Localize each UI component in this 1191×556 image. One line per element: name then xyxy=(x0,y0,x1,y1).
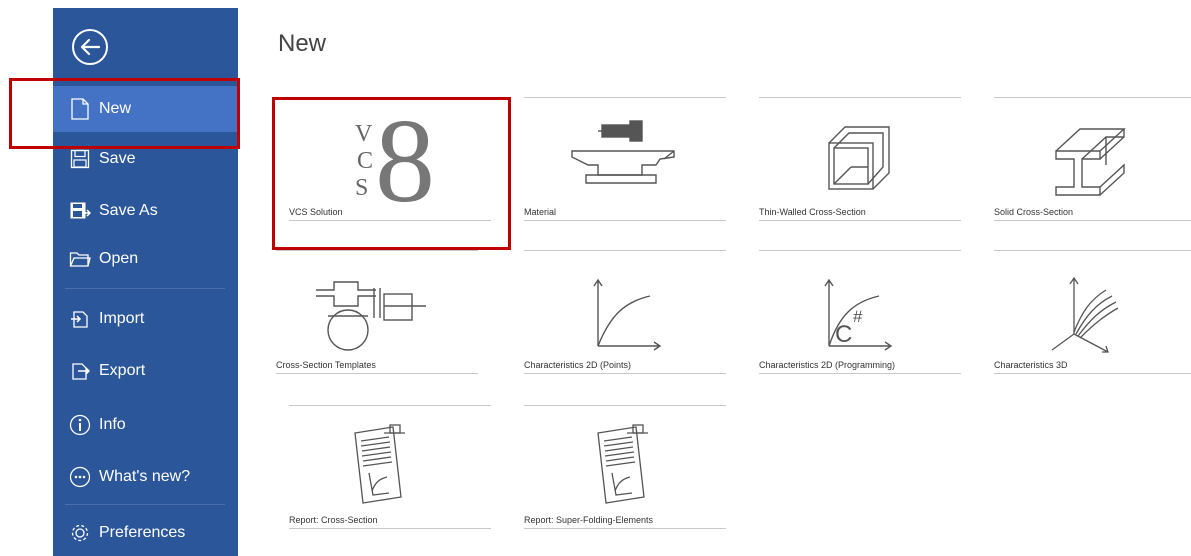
nav-whats-new[interactable]: What's new? xyxy=(53,454,238,500)
nav-save[interactable]: Save xyxy=(53,136,238,182)
svg-text:C: C xyxy=(357,148,373,174)
new-document-icon xyxy=(69,98,91,120)
tile-divider xyxy=(524,373,726,374)
nav-export[interactable]: Export xyxy=(53,348,238,394)
tile-label: Characteristics 3D xyxy=(994,360,1068,370)
svg-text:#: # xyxy=(853,307,863,326)
tile-divider xyxy=(289,405,491,406)
template-characteristics-2d-points[interactable]: Characteristics 2D (Points) xyxy=(524,250,726,374)
tile-divider xyxy=(759,97,961,98)
nav-new[interactable]: New xyxy=(53,86,238,132)
svg-text:V: V xyxy=(355,121,373,147)
tile-divider xyxy=(276,373,478,374)
nav-separator xyxy=(65,288,225,289)
tile-label: VCS Solution xyxy=(289,207,343,217)
template-vcs-solution[interactable]: V C S 8 VCS Solution xyxy=(289,97,491,221)
nav-label: Open xyxy=(99,250,139,267)
tile-divider xyxy=(759,220,961,221)
nav-separator xyxy=(65,504,225,505)
tile-divider xyxy=(524,528,726,529)
save-icon xyxy=(69,148,91,170)
open-folder-icon xyxy=(69,248,91,270)
svg-text:8: 8 xyxy=(375,103,435,203)
back-button[interactable] xyxy=(69,26,111,68)
whats-new-icon xyxy=(69,466,91,488)
nav-label: Save As xyxy=(99,202,158,219)
tile-label: Characteristics 2D (Programming) xyxy=(759,360,896,370)
tile-divider xyxy=(759,250,961,251)
tile-label: Thin-Walled Cross-Section xyxy=(759,207,866,217)
nav-preferences[interactable]: Preferences xyxy=(53,510,238,556)
tile-label: Cross-Section Templates xyxy=(276,360,376,370)
tile-divider xyxy=(759,373,961,374)
tile-divider xyxy=(289,528,491,529)
tile-label: Solid Cross-Section xyxy=(994,207,1074,217)
tile-divider xyxy=(524,220,726,221)
report-icon xyxy=(524,411,726,511)
tile-divider xyxy=(524,405,726,406)
tile-label: Report: Cross-Section xyxy=(289,515,378,525)
nav-info[interactable]: Info xyxy=(53,402,238,448)
template-material[interactable]: Material xyxy=(524,97,726,221)
nav-label: Save xyxy=(99,150,136,167)
curve-2d-icon xyxy=(524,256,726,356)
section-templates-icon xyxy=(276,256,478,356)
nav-label: What's new? xyxy=(99,468,191,485)
template-cross-section-templates[interactable]: Cross-Section Templates xyxy=(276,250,478,374)
nav-open[interactable]: Open xyxy=(53,236,238,282)
tile-divider xyxy=(994,97,1191,98)
save-as-icon xyxy=(69,200,91,222)
curve-2d-programming-icon: C # xyxy=(759,256,961,356)
tile-divider xyxy=(289,220,491,221)
preferences-icon xyxy=(69,522,91,544)
tile-divider xyxy=(994,373,1191,374)
tile-divider xyxy=(994,250,1191,251)
tile-label: Material xyxy=(524,207,557,217)
template-report-super-folding-elements[interactable]: Report: Super-Folding-Elements xyxy=(524,405,726,529)
svg-text:S: S xyxy=(355,175,368,201)
tile-label: Characteristics 2D (Points) xyxy=(524,360,632,370)
svg-text:C: C xyxy=(835,321,852,348)
export-icon xyxy=(69,360,91,382)
tile-divider xyxy=(524,97,726,98)
template-solid-cross-section[interactable]: Solid Cross-Section xyxy=(994,97,1191,221)
anvil-icon xyxy=(524,103,726,203)
tile-label: Report: Super-Folding-Elements xyxy=(524,515,654,525)
nav-label: New xyxy=(99,100,132,117)
nav-save-as[interactable]: Save As xyxy=(53,188,238,234)
tile-divider xyxy=(994,220,1191,221)
back-arrow-icon xyxy=(72,29,108,65)
template-characteristics-2d-programming[interactable]: C # Characteristics 2D (Programming) xyxy=(759,250,961,374)
report-icon xyxy=(289,411,491,511)
info-icon xyxy=(69,414,91,436)
nav-label: Import xyxy=(99,310,145,327)
nav-label: Export xyxy=(99,362,146,379)
curves-3d-icon xyxy=(994,256,1191,356)
vcs-logo-icon: V C S 8 xyxy=(289,103,491,203)
template-thin-walled-cross-section[interactable]: Thin-Walled Cross-Section xyxy=(759,97,961,221)
nav-label: Preferences xyxy=(99,524,186,541)
tile-divider xyxy=(276,250,478,251)
page-title: New xyxy=(278,30,327,57)
tile-divider xyxy=(524,250,726,251)
nav-label: Info xyxy=(99,416,126,433)
solid-i-beam-icon xyxy=(994,103,1191,203)
nav-import[interactable]: Import xyxy=(53,296,238,342)
tile-divider xyxy=(289,97,491,98)
template-characteristics-3d[interactable]: Characteristics 3D xyxy=(994,250,1191,374)
template-report-cross-section[interactable]: Report: Cross-Section xyxy=(289,405,491,529)
thin-walled-section-icon xyxy=(759,103,961,203)
import-icon xyxy=(69,308,91,330)
backstage-sidebar: New Save Save As Open Import Export Info… xyxy=(53,8,238,556)
